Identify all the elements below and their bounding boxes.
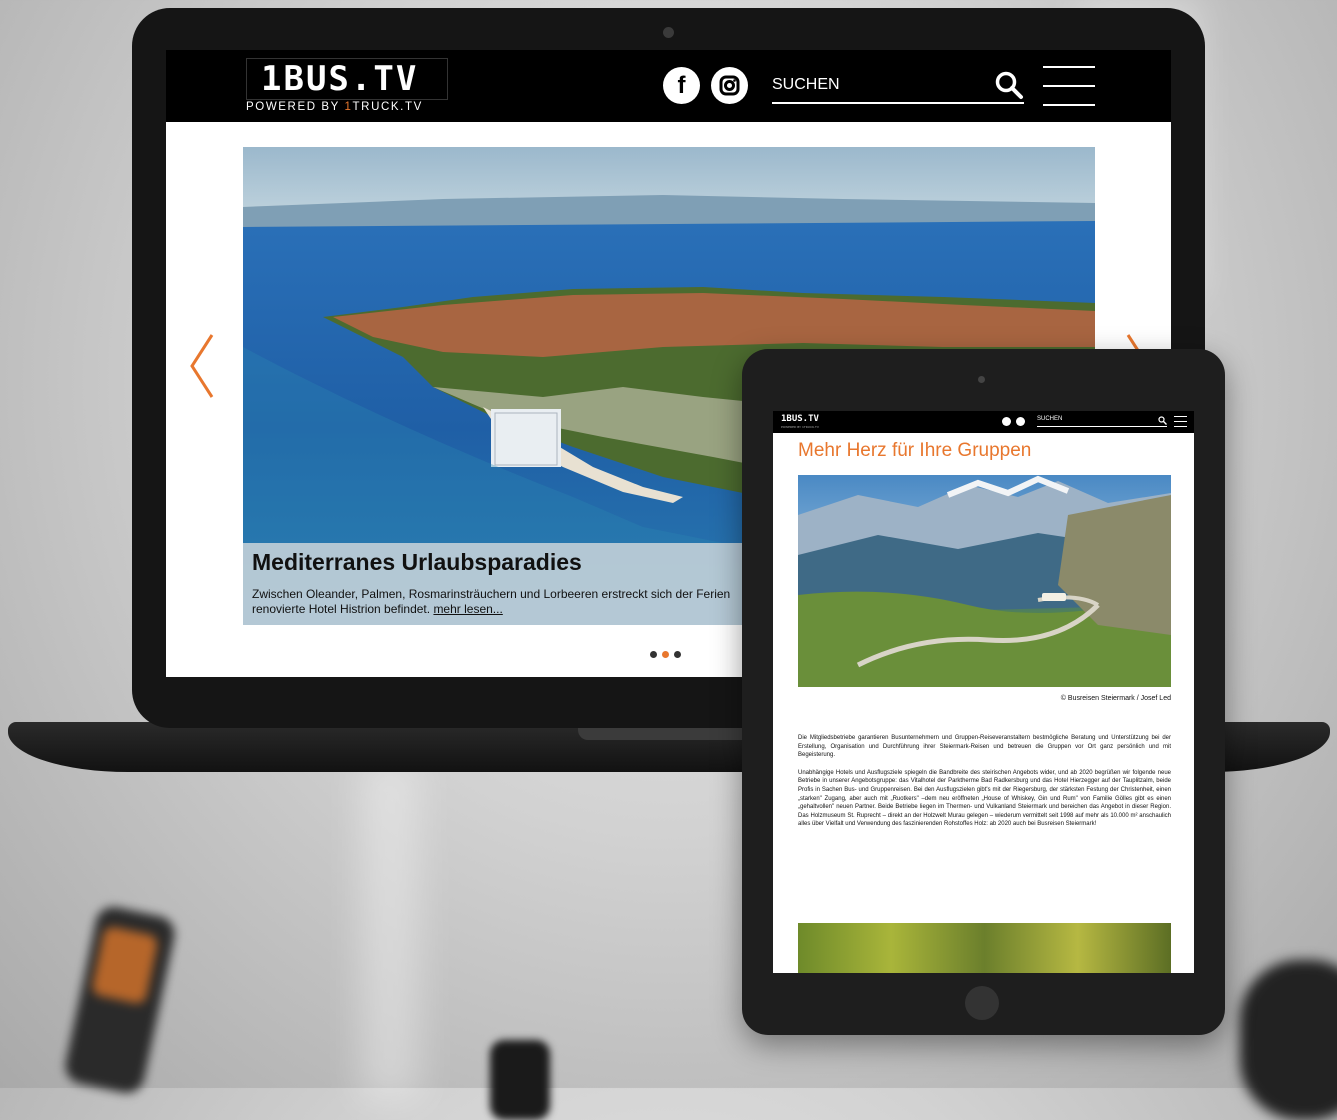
tablet-site-header: 1BUS.TV POWERED BY 1TRUCK.TV SUCHEN [773, 411, 1194, 433]
article-photo [798, 475, 1171, 687]
search-input[interactable] [772, 70, 972, 100]
hamburger-menu-icon[interactable] [1174, 416, 1187, 427]
tablet-home-button [965, 986, 999, 1020]
laptop-hinge-notch [578, 728, 758, 740]
article-body: Die Mitgliedsbetriebe garantieren Busunt… [798, 734, 1171, 838]
instagram-icon[interactable] [1016, 417, 1025, 426]
article-paragraph: Die Mitgliedsbetriebe garantieren Busunt… [798, 735, 1171, 759]
tablet-logo-tagline: POWERED BY 1TRUCK.TV [781, 425, 819, 429]
search-bar [772, 70, 1024, 104]
background-blurred-object [490, 1040, 550, 1120]
tablet-camera [978, 376, 985, 383]
tablet-search-input[interactable]: SUCHEN [1037, 416, 1167, 427]
hamburger-menu-icon[interactable] [1043, 66, 1095, 106]
logo-tagline: POWERED BY 1TRUCK.TV [246, 101, 448, 113]
article-title: Mehr Herz für Ihre Gruppen [798, 440, 1032, 461]
slide-title: Mediterranes Urlaubsparadies [252, 549, 582, 575]
article-paragraph: Unabhängige Hotels und Ausflugsziele spi… [798, 769, 1171, 828]
tablet-screen: 1BUS.TV POWERED BY 1TRUCK.TV SUCHEN Mehr… [773, 411, 1194, 973]
laptop-camera [663, 27, 674, 38]
slider-dots [650, 643, 686, 662]
site-logo[interactable]: 1BUS.TV POWERED BY 1TRUCK.TV [246, 58, 448, 116]
search-icon[interactable] [1158, 416, 1167, 425]
logo-tagline-accent: 1 [344, 101, 353, 113]
slide-excerpt-line1: Zwischen Oleander, Palmen, Rosmarinsträu… [252, 587, 731, 601]
logo-wordmark: 1BUS.TV [246, 58, 448, 100]
slide-excerpt-line2: renovierte Hotel Histrion befindet. [252, 602, 434, 616]
background-blurred-object [62, 903, 178, 1097]
slider-dot[interactable] [650, 651, 657, 658]
logo-tagline-prefix: POWERED BY [246, 101, 345, 113]
tablet-frame: 1BUS.TV POWERED BY 1TRUCK.TV SUCHEN Mehr… [742, 349, 1225, 1035]
slider-dot-active[interactable] [662, 651, 669, 658]
background-blurred-object [1240, 960, 1337, 1120]
slide-excerpt: Zwischen Oleander, Palmen, Rosmarinsträu… [252, 587, 752, 617]
photo-credit: © Busreisen Steiermark / Josef Led [1060, 695, 1171, 702]
site-header: 1BUS.TV POWERED BY 1TRUCK.TV f [166, 50, 1171, 122]
logo-tagline-suffix: TRUCK.TV [352, 101, 423, 113]
read-more-link[interactable]: mehr lesen... [433, 602, 502, 616]
chevron-left-icon[interactable] [188, 331, 216, 412]
tablet-search-placeholder: SUCHEN [1037, 416, 1063, 422]
background-light-streak [360, 760, 420, 1100]
slider-dot[interactable] [674, 651, 681, 658]
search-icon[interactable] [994, 70, 1024, 104]
tablet-logo[interactable]: 1BUS.TV [781, 414, 819, 424]
instagram-icon[interactable] [711, 67, 748, 104]
article-photo-2 [798, 923, 1171, 973]
facebook-icon[interactable]: f [663, 67, 700, 104]
facebook-icon[interactable] [1002, 417, 1011, 426]
